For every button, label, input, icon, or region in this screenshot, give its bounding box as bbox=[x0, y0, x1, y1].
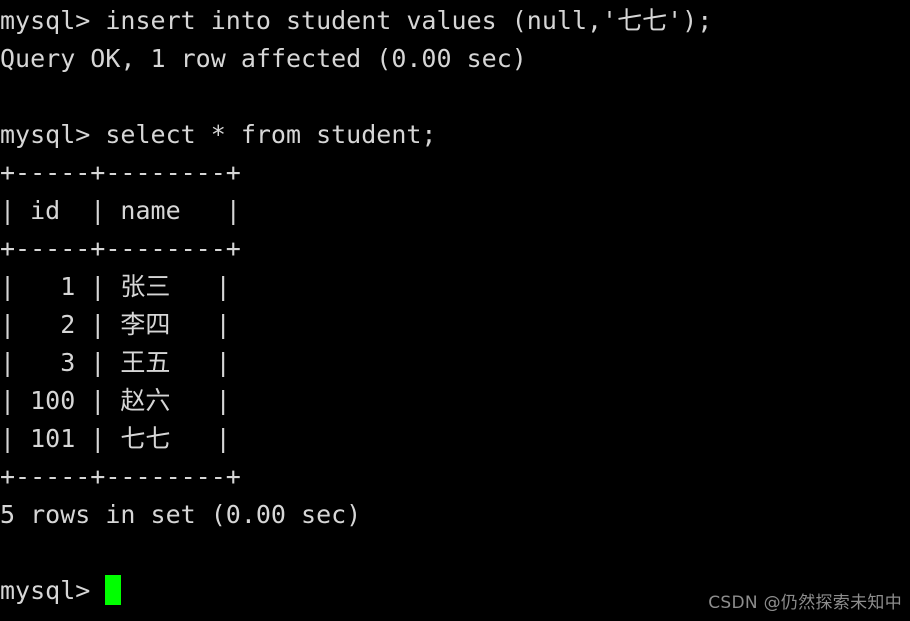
table-header-row: | id | name | bbox=[0, 196, 241, 225]
text-cursor bbox=[105, 575, 122, 605]
table-row: | 3 | 王五 | bbox=[0, 348, 231, 377]
terminal-line-select-command: mysql> select * from student; bbox=[0, 120, 437, 149]
table-row: | 101 | 七七 | bbox=[0, 424, 231, 453]
table-row: | 100 | 赵六 | bbox=[0, 386, 231, 415]
terminal-line-insert-command: mysql> insert into student values (null,… bbox=[0, 6, 713, 35]
terminal-line-insert-result: Query OK, 1 row affected (0.00 sec) bbox=[0, 44, 527, 73]
terminal-line-select-result: 5 rows in set (0.00 sec) bbox=[0, 500, 362, 529]
table-top-border: +-----+--------+ bbox=[0, 158, 241, 187]
csdn-watermark: CSDN @仍然探索未知中 bbox=[708, 593, 902, 613]
table-row: | 2 | 李四 | bbox=[0, 310, 231, 339]
table-header-border: +-----+--------+ bbox=[0, 234, 241, 263]
table-row: | 1 | 张三 | bbox=[0, 272, 231, 301]
prompt-label: mysql> bbox=[0, 576, 106, 605]
terminal-window[interactable]: mysql> insert into student values (null,… bbox=[0, 0, 910, 621]
table-bottom-border: +-----+--------+ bbox=[0, 462, 241, 491]
